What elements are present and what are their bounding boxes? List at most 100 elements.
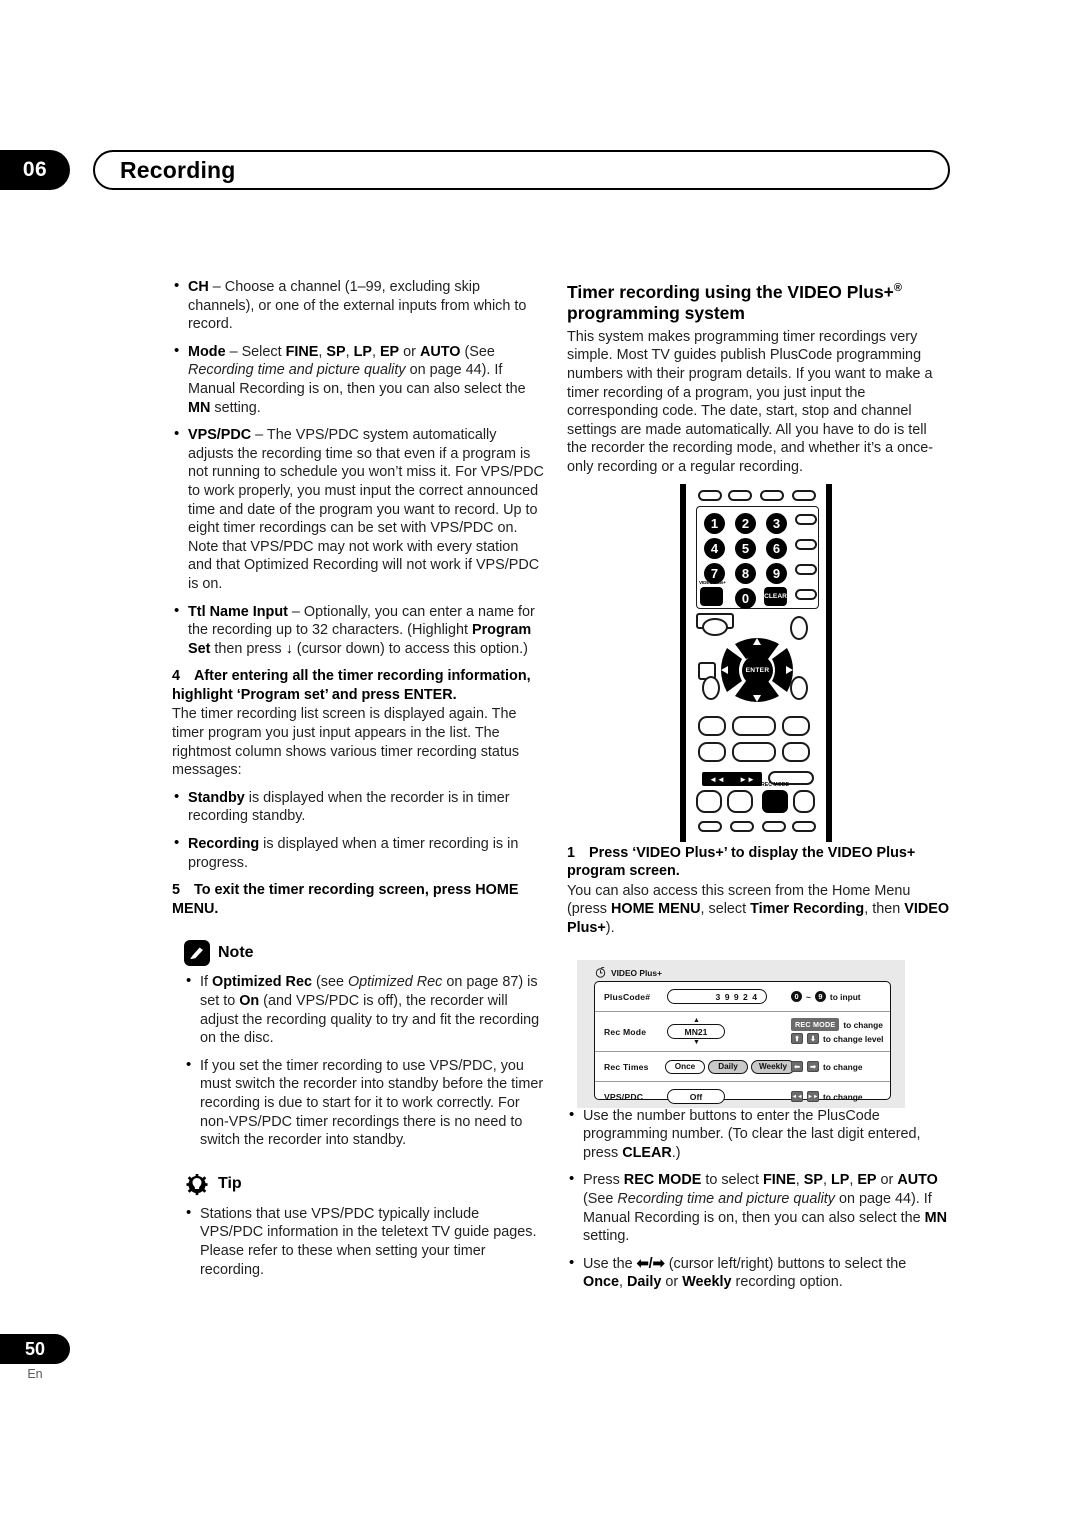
step-5-heading: 5 To exit the timer recording screen, pre… [172,882,519,917]
remote-bottom-button-1 [696,790,722,813]
chapter-title-bar: Recording [93,150,950,190]
page-title: Recording [120,156,236,183]
rec-mode-key-icon: REC MODE [791,1018,840,1031]
bullet-ch: CH – Choose a channel (1–99, excluding s… [172,277,544,334]
skip-back-icon: ◄◄ [709,774,725,784]
osd-row-vps-pdc: VPS/PDC Off ◄◄ ►► to change [595,1082,890,1111]
note-bullet-list: If Optimized Rec (see Optimized Rec on p… [184,972,544,1149]
remote-key-2: 2 [735,513,756,534]
lightbulb-icon [184,1172,210,1198]
chapter-number-badge: 06 [0,150,70,190]
number-key-9-icon: 9 [814,991,826,1002]
osd-option-daily[interactable]: Daily [708,1059,748,1074]
remote-top-button-3 [760,490,784,501]
osd-label-rec-times: Rec Times [604,1061,649,1072]
arrow-right-key-icon: ➡ [807,1061,819,1072]
remote-lower-button-3 [782,716,810,736]
osd-rec-times-options: Once Daily Weekly [665,1059,795,1074]
remote-side-button-3 [795,564,817,575]
plus-code-instruction-list: Use the number buttons to enter the Plus… [567,1106,949,1292]
step-1-heading: 1 Press ‘VIDEO Plus+’ to display the VIDE… [567,844,916,880]
arrow-up-key-icon: ⬆ [791,1033,803,1044]
skip-forward-key-icon: ►► [807,1091,819,1102]
osd-field-pluscode[interactable]: 3 9 9 2 4 [667,989,767,1004]
remote-left-edge [680,484,686,842]
manual-page: 06 Recording CH – Choose a channel (1–99… [0,0,1080,1528]
osd-hint-text-rec-mode-2: to change level [823,1033,884,1044]
osd-hint-text-vps-pdc: to change [823,1091,863,1102]
remote-right-edge [826,484,832,842]
remote-key-0: 0 [735,588,756,609]
section-intro-paragraph: This system makes programming timer reco… [567,328,934,475]
remote-key-1: 1 [704,513,725,534]
remote-footer-button-3 [762,821,786,832]
chapter-header: 06 Recording [0,150,950,190]
osd-title: VIDEO Plus+ [595,966,662,978]
arrow-left-key-icon: ⬅ [791,1061,803,1072]
remote-rec-mode-label: REC MODE [761,782,789,788]
osd-hint-text-pluscode: to input [829,991,861,1002]
remote-lower-button-1 [698,716,726,736]
page-footer: 50 En [0,1334,140,1381]
remote-lower-button-6 [782,742,810,762]
bullet-standby: Standby is displayed when the recorder i… [172,788,544,826]
osd-option-once[interactable]: Once [665,1059,705,1074]
remote-footer-button-4 [792,821,816,832]
skip-forward-icon: ►► [739,774,755,784]
remote-enter-button: ENTER [742,655,773,686]
remote-bottom-button-2 [727,790,753,813]
bullet-mode: Mode – Select FINE, SP, LP, EP or AUTO (… [172,342,544,417]
osd-hint-tilde: ~ [806,991,811,1002]
bullet-recording: Recording is displayed when a timer reco… [172,834,544,872]
osd-row-pluscode: PlusCode# 3 9 9 2 4 0 ~ 9 to input [595,982,890,1012]
osd-row-rec-mode: Rec Mode MN21 ▲ ▼ REC MODE to change ⬆ ⬇… [595,1012,890,1052]
remote-clear-button: CLEAR [764,587,787,606]
tip-callout-body: Stations that use VPS/PDC typically incl… [184,1204,544,1279]
clock-icon [595,966,606,978]
settings-bullet-list: CH – Choose a channel (1–99, excluding s… [172,277,544,658]
rec-mode-up-triangle-icon: ▲ [693,1017,700,1024]
page-number-badge: 50 [0,1334,70,1364]
osd-row-rec-times: Rec Times Once Daily Weekly ⬅ ➡ to chang… [595,1052,890,1082]
remote-lower-button-2 [732,716,776,736]
remote-control-illustration: 1 2 3 4 5 6 7 8 9 0 VIDEO Plus+ CLEAR EN… [672,484,842,844]
section-heading: Timer recording using the VIDEO Plus+® p… [567,281,903,324]
osd-field-vps-pdc[interactable]: Off [667,1089,725,1104]
osd-hint-pluscode: 0 ~ 9 to input [791,991,861,1002]
remote-key-4: 4 [704,538,725,559]
remote-top-button-1 [698,490,722,501]
remote-dpad: ENTER [713,630,801,710]
left-column: CH – Choose a channel (1–99, excluding s… [172,277,544,1288]
bullet-number-buttons: Use the number buttons to enter the Plus… [567,1106,949,1163]
remote-key-8: 8 [735,563,756,584]
status-message-list: Standby is displayed when the recorder i… [172,788,544,872]
tip-bullet-teletext: Stations that use VPS/PDC typically incl… [184,1204,544,1279]
osd-option-weekly[interactable]: Weekly [751,1059,795,1074]
remote-lower-button-5 [732,742,776,762]
remote-rec-mode-button [762,790,788,813]
note-callout-body: If Optimized Rec (see Optimized Rec on p… [184,972,544,1149]
osd-hint-rec-mode-2: ⬆ ⬇ to change level [791,1033,884,1044]
skip-back-key-icon: ◄◄ [791,1091,803,1102]
video-plus-osd-screenshot: VIDEO Plus+ PlusCode# 3 9 9 2 4 0 ~ 9 to… [577,960,905,1108]
osd-label-rec-mode: Rec Mode [604,1027,647,1037]
bullet-vps-pdc: VPS/PDC – The VPS/PDC system automatical… [172,425,544,593]
osd-hint-text-rec-mode-1: to change [843,1019,883,1030]
remote-lower-button-4 [698,742,726,762]
osd-label-vps-pdc: VPS/PDC [604,1091,644,1102]
cursor-down-icon: ↓ [285,640,293,657]
osd-hint-rec-mode-1: REC MODE to change [791,1018,883,1031]
osd-hint-vps-pdc: ◄◄ ►► to change [791,1091,863,1102]
cursor-left-right-icon: ⬅/➡ [636,1255,665,1272]
osd-title-text: VIDEO Plus+ [611,967,662,978]
remote-top-button-4 [792,490,816,501]
page-language: En [27,1367,43,1381]
osd-field-rec-mode[interactable]: MN21 [667,1024,725,1039]
osd-hint-text-rec-times: to change [823,1061,863,1072]
remote-top-button-2 [728,490,752,501]
step-4-heading: 4 After entering all the timer recording … [172,668,531,703]
tip-callout-header: Tip [184,1172,544,1198]
arrow-down-key-icon: ⬇ [807,1033,819,1044]
note-callout-header: Note [184,940,544,967]
bullet-rec-mode: Press REC MODE to select FINE, SP, LP, E… [567,1170,949,1245]
